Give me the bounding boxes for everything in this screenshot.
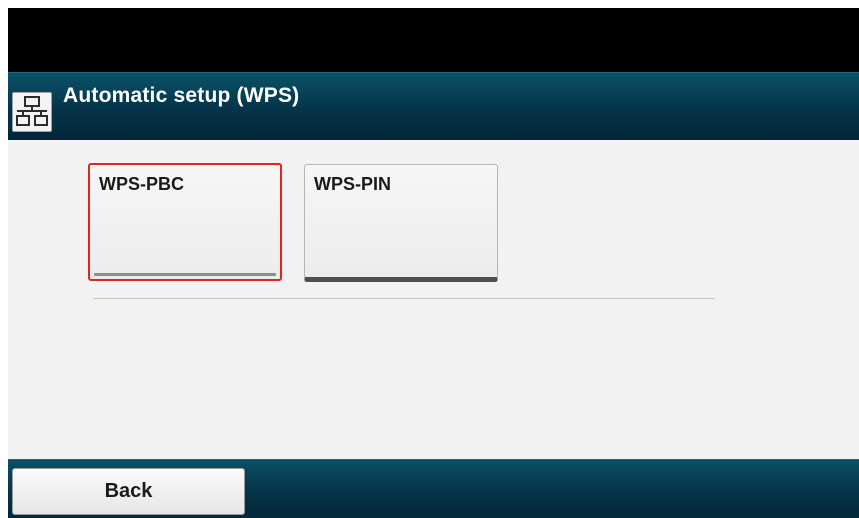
printer-panel-screen: Automatic setup (WPS) WPS-PBC WPS-PIN Ba…	[8, 8, 859, 518]
options-area: WPS-PBC WPS-PIN	[8, 140, 859, 459]
divider	[93, 298, 715, 299]
status-bar	[8, 8, 859, 72]
wps-pin-button[interactable]: WPS-PIN	[304, 164, 498, 282]
footer-bar: Back	[8, 459, 859, 518]
wps-pbc-button[interactable]: WPS-PBC	[88, 163, 282, 281]
back-button-label: Back	[104, 480, 153, 502]
page-title: Automatic setup (WPS)	[63, 84, 300, 107]
title-bar: Automatic setup (WPS)	[8, 72, 859, 140]
wps-pbc-label: WPS-PBC	[99, 174, 184, 194]
back-button[interactable]: Back	[12, 468, 245, 515]
wps-pin-label: WPS-PIN	[314, 174, 392, 194]
network-icon	[12, 92, 52, 132]
